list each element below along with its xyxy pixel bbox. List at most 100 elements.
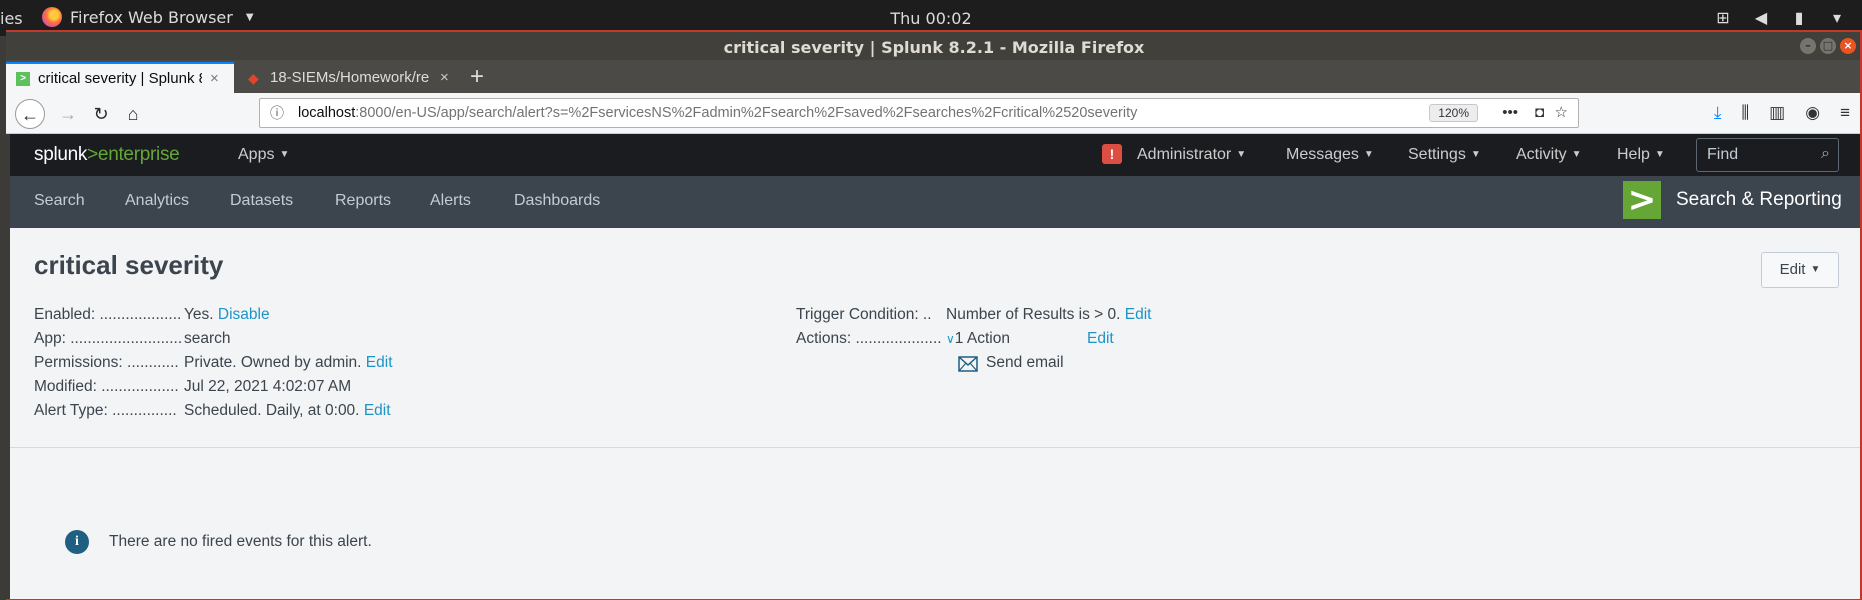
find-box[interactable]: ⌕ [1696,138,1839,172]
actions-label: Actions: .................... [796,330,942,347]
download-icon[interactable]: ⤓ [1714,103,1722,123]
zoom-level[interactable]: 120% [1429,104,1478,122]
enabled-label: Enabled: ................... [34,306,182,323]
trigger-condition-row: Trigger Condition: .. Number of Results … [796,306,1151,324]
window-title-bar: critical severity | Splunk 8.2.1 - Mozil… [6,30,1862,60]
page-actions-icon[interactable]: ••• [1502,99,1518,127]
messages-alert-icon[interactable]: ! [1102,144,1122,164]
sidebar-icon[interactable]: ▥ [1769,103,1785,123]
library-icon[interactable]: ⫼ [1741,103,1749,123]
info-icon: i [65,530,89,554]
app-menu[interactable]: Firefox Web Browser ▼ [42,7,254,27]
permissions-row: Permissions: ............ Private. Owned… [34,354,393,372]
action-send-email: Send email [958,354,1064,372]
alert-type-label: Alert Type: ............... [34,402,177,419]
nav-reports[interactable]: Reports [335,192,391,210]
nav-alerts[interactable]: Alerts [430,192,471,210]
pocket-icon[interactable]: ◘ [1535,99,1544,127]
battery-icon[interactable]: ▮ [1790,8,1808,27]
forward-icon[interactable]: → [53,99,83,129]
nav-search[interactable]: Search [34,192,85,210]
tab-strip: > critical severity | Splunk 8 × ◆ 18-SI… [6,60,1862,93]
firefox-icon [42,7,62,27]
tab-siems-homework[interactable]: ◆ 18-SIEMs/Homework/re × [238,62,460,93]
home-icon[interactable]: ⌂ [118,99,148,129]
app-label: App: .......................... [34,330,183,347]
url-text[interactable]: localhost:8000/en-US/app/search/alert?s=… [298,99,1137,127]
nav-datasets[interactable]: Datasets [230,192,293,210]
close-tab-icon[interactable]: × [210,70,219,87]
tab-label: critical severity | Splunk 8 [38,70,202,87]
url-bar[interactable]: ⓘ localhost:8000/en-US/app/search/alert?… [259,98,1579,128]
clock[interactable]: Thu 00:02 [0,9,1862,28]
reload-icon[interactable]: ↻ [86,99,116,129]
toolbar-right: ⤓ ⫼ ▥ ◉ ≡ [1714,103,1850,123]
apps-menu[interactable]: Apps ▼ [238,146,289,164]
alert-type-value: Scheduled. Daily, at 0:00. [184,402,360,419]
help-menu[interactable]: Help ▼ [1617,146,1665,164]
chevron-down-icon: ▼ [1363,149,1374,160]
splunk-favicon-icon: > [16,71,30,86]
find-input[interactable] [1697,139,1838,171]
messages-menu[interactable]: Messages ▼ [1286,146,1374,164]
app-value: search [184,330,231,347]
disable-link[interactable]: Disable [218,306,270,323]
back-icon[interactable]: ← [15,99,45,129]
network-icon[interactable]: ⊞ [1714,8,1732,27]
window-title: critical severity | Splunk 8.2.1 - Mozil… [723,38,1145,57]
actions-edit-link[interactable]: Edit [1087,330,1114,348]
permissions-value: Private. Owned by admin. [184,354,362,371]
trigger-edit-link[interactable]: Edit [1125,306,1152,323]
splunk-logo[interactable]: splunk>enterprise [34,144,180,166]
search-app-logo-icon[interactable]: > [1623,181,1661,219]
gitlab-favicon-icon: ◆ [248,69,259,86]
account-icon[interactable]: ◉ [1805,103,1820,123]
close-tab-icon[interactable]: × [440,69,449,86]
modified-row: Modified: .................. Jul 22, 202… [34,378,351,396]
chevron-down-icon: ▼ [1236,149,1247,160]
activities-button[interactable]: ies [0,9,23,28]
volume-icon[interactable]: ◀ [1752,8,1770,27]
alert-type-row: Alert Type: ............... Scheduled. D… [34,402,391,420]
no-events-message: There are no fired events for this alert… [109,533,372,550]
activity-menu[interactable]: Activity ▼ [1516,146,1582,164]
chevron-down-icon: ▼ [245,11,254,23]
send-email-label: Send email [986,354,1064,371]
system-menu-chevron-icon[interactable]: ▾ [1828,8,1846,27]
chevron-down-icon: ▼ [1654,149,1665,160]
hamburger-menu-icon[interactable]: ≡ [1840,103,1850,123]
nav-analytics[interactable]: Analytics [125,192,189,210]
system-tray[interactable]: ⊞ ◀ ▮ ▾ [1714,8,1846,27]
chevron-down-icon: ▼ [1810,264,1821,275]
actions-toggle[interactable]: 1 Action [955,330,1010,347]
search-icon[interactable]: ⌕ [1821,145,1830,163]
tab-label: 18-SIEMs/Homework/re [270,69,430,86]
maximize-icon[interactable]: □ [1820,38,1836,54]
actions-row: Actions: .................... ∨1 Action … [796,330,1114,348]
alert-type-edit-link[interactable]: Edit [364,402,391,419]
app-row: App: .......................... search [34,330,231,348]
splunk-nav-bar: Search Analytics Datasets Reports Alerts… [10,176,1862,228]
bookmark-star-icon[interactable]: ☆ [1555,99,1568,127]
page-title: critical severity [34,250,224,280]
new-tab-icon[interactable]: + [470,63,484,91]
modified-value: Jul 22, 2021 4:02:07 AM [184,378,352,395]
splunk-app-bar: splunk>enterprise Apps ▼ ! Administrator ▼… [10,134,1862,176]
window-controls: – □ × [1800,38,1856,54]
chevron-down-icon[interactable]: ∨ [946,332,955,346]
chevron-down-icon: ▼ [279,149,290,160]
modified-label: Modified: .................. [34,378,179,395]
close-icon[interactable]: × [1840,38,1856,54]
tab-critical-severity[interactable]: > critical severity | Splunk 8 × [6,62,234,93]
divider [10,447,1862,448]
nav-dashboards[interactable]: Dashboards [514,192,600,210]
administrator-menu[interactable]: Administrator ▼ [1137,146,1246,164]
edit-button[interactable]: Edit ▼ [1761,252,1839,288]
permissions-label: Permissions: ............ [34,354,179,371]
app-name[interactable]: Search & Reporting [1676,189,1842,211]
permissions-edit-link[interactable]: Edit [366,354,393,371]
trigger-condition-label: Trigger Condition: .. [796,306,932,323]
settings-menu[interactable]: Settings ▼ [1408,146,1481,164]
site-info-icon[interactable]: ⓘ [270,99,284,127]
minimize-icon[interactable]: – [1800,38,1816,54]
